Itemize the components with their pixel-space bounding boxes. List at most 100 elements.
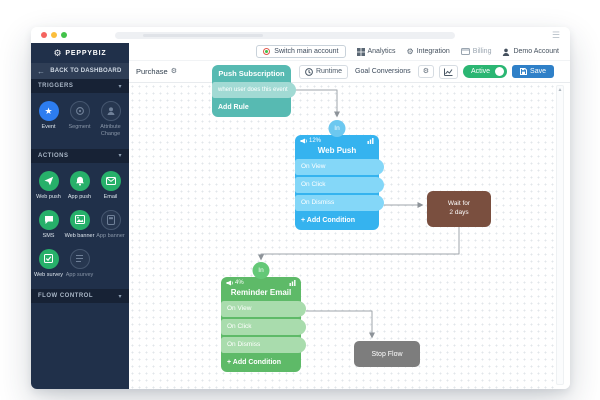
item-label: App banner: [96, 232, 125, 239]
sidebar-item-attribute-change[interactable]: Attribute Change: [95, 101, 126, 138]
logo-text: PEPPYBIZ: [65, 49, 107, 57]
nav-analytics[interactable]: Analytics: [356, 47, 396, 56]
nav-integration-label: Integration: [416, 48, 450, 55]
sidebar-item-web-survey[interactable]: Web survey: [33, 248, 64, 279]
person-icon: [503, 48, 510, 56]
item-label: Event: [41, 124, 56, 130]
node-title[interactable]: Reminder Email: [221, 286, 301, 301]
browser-menu-icon[interactable]: ☰: [552, 30, 560, 40]
credit-card-icon: [460, 48, 470, 55]
window-close-dot[interactable]: [41, 32, 47, 38]
node-title[interactable]: Push Subscription: [212, 65, 291, 82]
window-minimize-dot[interactable]: [51, 32, 57, 38]
url-bar[interactable]: [115, 31, 455, 39]
triggers-grid: ★ Event Segment Attribute Change: [31, 93, 129, 149]
window-maximize-dot[interactable]: [61, 32, 67, 38]
sidebar-item-segment[interactable]: Segment: [64, 101, 95, 138]
item-label: Email: [103, 193, 118, 200]
delivery-stat: 12%: [309, 138, 322, 144]
branch-on-view[interactable]: On View: [221, 301, 306, 317]
bell-icon: [69, 170, 90, 191]
item-label: SMS: [42, 232, 55, 239]
delivery-stat: 4%: [235, 280, 244, 286]
node-meta: 4%: [221, 277, 301, 286]
back-label: BACK TO DASHBOARD: [50, 68, 122, 74]
section-flow-control[interactable]: FLOW CONTROL ▾: [31, 289, 129, 304]
sidebar-item-app-survey[interactable]: App survey: [64, 248, 95, 279]
branch-on-click[interactable]: On Click: [221, 319, 306, 335]
node-push-subscription[interactable]: Push Subscription when user does this ev…: [212, 65, 296, 117]
switch-account-label: Switch main account: [274, 48, 339, 55]
sidebar-item-event[interactable]: ★ Event: [33, 101, 64, 138]
sidebar: ⚙ PEPPYBIZ ← BACK TO DASHBOARD TRIGGERS …: [31, 43, 129, 389]
branch-on-dismiss[interactable]: On Dismiss: [221, 337, 306, 353]
back-arrow-icon: ←: [37, 66, 46, 76]
node-wait[interactable]: Wait for 2 days: [427, 191, 491, 227]
node-web-push[interactable]: In 12% Web Push On View On Click On Dism…: [295, 120, 384, 230]
nav-account[interactable]: Demo Account: [502, 48, 559, 56]
sidebar-item-app-banner[interactable]: App banner: [95, 209, 126, 240]
url-placeholder-line: [143, 33, 263, 37]
segment-icon: [69, 101, 90, 121]
megaphone-icon: [226, 280, 233, 286]
section-triggers[interactable]: TRIGGERS ▾: [31, 79, 129, 93]
flow-canvas: Purchase ⚙ Runtime Goal Conversions ⚙ Ac…: [129, 61, 570, 389]
section-triggers-label: TRIGGERS: [38, 83, 74, 89]
megaphone-icon: [300, 138, 307, 144]
add-condition-button[interactable]: + Add Condition: [295, 213, 379, 230]
browser-chrome: ☰: [31, 27, 570, 43]
item-label: App push: [67, 193, 92, 200]
section-actions-label: ACTIONS: [38, 152, 69, 159]
list-icon: [69, 248, 90, 269]
sidebar-item-email[interactable]: Email: [95, 170, 126, 201]
item-label: Attribute Change: [100, 124, 121, 137]
bar-chart-icon[interactable]: [367, 138, 374, 144]
add-rule-button[interactable]: Add Rule: [212, 100, 291, 117]
add-condition-button[interactable]: + Add Condition: [221, 355, 301, 372]
item-label: Web survey: [34, 271, 63, 278]
nav-billing-label: Billing: [472, 48, 492, 55]
chevron-down-icon: ▾: [118, 153, 122, 160]
top-nav: Switch main account Analytics ⚙ Integrat…: [129, 43, 570, 61]
branch-on-view[interactable]: On View: [295, 159, 384, 175]
actions-grid: Web push App push Email SMS Web banner A…: [31, 163, 129, 290]
node-title[interactable]: Web Push: [295, 144, 379, 159]
browser-window: ☰ ⚙ PEPPYBIZ ← BACK TO DASHBOARD TRIGGER…: [31, 27, 570, 389]
wait-line1: Wait for: [447, 200, 471, 208]
logo[interactable]: ⚙ PEPPYBIZ: [31, 43, 129, 63]
item-label: Web push: [36, 193, 61, 200]
branch-on-dismiss[interactable]: On Dismiss: [295, 195, 384, 211]
sidebar-item-web-push[interactable]: Web push: [33, 170, 64, 201]
attribute-change-icon: [100, 101, 121, 121]
image-icon: [69, 209, 90, 230]
check-square-icon: [38, 248, 59, 269]
item-label: Web banner: [64, 232, 95, 239]
chat-bubble-icon: [38, 209, 59, 230]
event-star-icon: ★: [38, 101, 59, 121]
nav-integration[interactable]: ⚙ Integration: [406, 46, 450, 56]
branch-on-click[interactable]: On Click: [295, 177, 384, 193]
envelope-icon: [100, 170, 121, 191]
switch-account-button[interactable]: Switch main account: [256, 45, 346, 58]
section-flow-control-label: FLOW CONTROL: [38, 293, 93, 300]
banner-icon: [100, 209, 121, 230]
node-meta: 12%: [295, 135, 379, 144]
chevron-down-icon: ▾: [118, 293, 122, 300]
section-actions[interactable]: ACTIONS ▾: [31, 148, 129, 163]
item-label: Segment: [68, 124, 91, 130]
grid-icon: [356, 47, 365, 56]
gear-icon: ⚙: [406, 46, 414, 56]
node-rule-row[interactable]: when user does this event: [212, 82, 296, 98]
sidebar-item-web-banner[interactable]: Web banner: [64, 209, 95, 240]
node-reminder-email[interactable]: In 4% Reminder Email On View On Click On…: [221, 262, 306, 372]
bar-chart-icon[interactable]: [289, 280, 296, 286]
sidebar-item-app-push[interactable]: App push: [64, 170, 95, 201]
nav-account-label: Demo Account: [513, 48, 559, 55]
stop-flow-label: Stop Flow: [371, 350, 403, 358]
back-to-dashboard-button[interactable]: ← BACK TO DASHBOARD: [31, 63, 129, 79]
node-stop-flow[interactable]: Stop Flow: [354, 341, 420, 367]
nav-billing[interactable]: Billing: [460, 48, 492, 55]
item-label: App survey: [65, 271, 94, 278]
sidebar-item-sms[interactable]: SMS: [33, 209, 64, 240]
wait-line2: 2 days: [449, 209, 469, 216]
